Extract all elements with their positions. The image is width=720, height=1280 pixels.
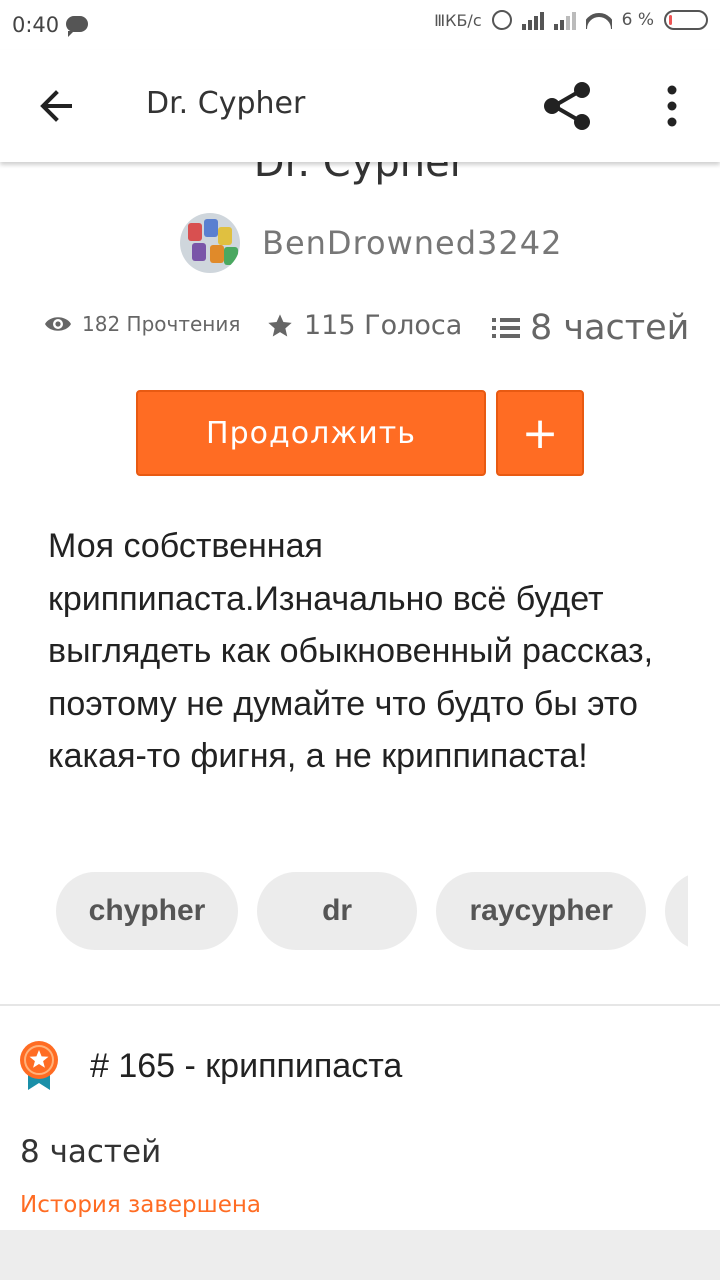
author-row[interactable]: BenDrowned3242	[180, 212, 562, 274]
status-time: 0:40	[12, 13, 60, 37]
eye-icon	[45, 317, 71, 331]
divider	[0, 1004, 720, 1006]
parts-stat-count: 8 частей	[530, 308, 690, 348]
star-icon	[268, 313, 292, 336]
reads-stat: 182 Прочтения	[44, 312, 240, 336]
chat-notification-icon	[66, 16, 88, 37]
avatar[interactable]	[180, 213, 240, 273]
parts-stat: 8 частей	[492, 308, 689, 348]
rank-label[interactable]: # 165 - криппипаста	[90, 1047, 402, 1086]
reads-count: 182 Прочтения	[82, 312, 241, 336]
continue-reading-button[interactable]: Продолжить	[136, 390, 486, 476]
status-bar: 0:40 ⅢКБ/с 6 %	[0, 0, 720, 50]
tag-dr[interactable]: dr	[257, 872, 418, 950]
medal-icon	[20, 1041, 58, 1090]
signal-weak-icon	[553, 10, 576, 30]
more-options-button[interactable]	[650, 80, 694, 132]
more-vertical-icon	[667, 85, 677, 127]
signal-icon	[521, 10, 544, 30]
votes-count: 115 Голоса	[304, 310, 463, 341]
tag-partial[interactable]	[665, 872, 688, 950]
arrow-left-icon	[40, 90, 72, 122]
alarm-icon	[491, 10, 512, 30]
app-bar: Dr. Cypher	[0, 50, 720, 162]
votes-stat: 115 Голоса	[266, 310, 462, 341]
parts-count[interactable]: 8 частей	[20, 1134, 161, 1170]
tag-chypher[interactable]: chypher	[56, 872, 238, 950]
story-description: Моя собственная криппипаста.Изначально в…	[48, 527, 654, 775]
battery-percent: 6 %	[621, 10, 654, 30]
share-button[interactable]	[540, 78, 596, 134]
tag-raycypher[interactable]: raycypher	[436, 872, 647, 950]
story-stats: 182 Прочтения 115 Голоса 8 частей	[44, 306, 694, 356]
rank-row[interactable]: # 165 - криппипаста	[18, 1036, 402, 1096]
back-button[interactable]	[30, 80, 82, 132]
wifi-icon	[585, 11, 612, 29]
page-title: Dr. Cypher	[146, 86, 306, 121]
network-speed: ⅢКБ/с	[434, 10, 482, 30]
author-name[interactable]: BenDrowned3242	[262, 224, 562, 262]
add-to-library-button[interactable]: +	[496, 390, 584, 476]
battery-icon	[664, 10, 708, 30]
share-icon	[544, 82, 590, 130]
bottom-section	[0, 1230, 720, 1280]
completion-status: История завершена	[20, 1192, 261, 1218]
list-icon	[492, 318, 520, 338]
tag-list: chypher dr raycypher	[56, 872, 688, 952]
